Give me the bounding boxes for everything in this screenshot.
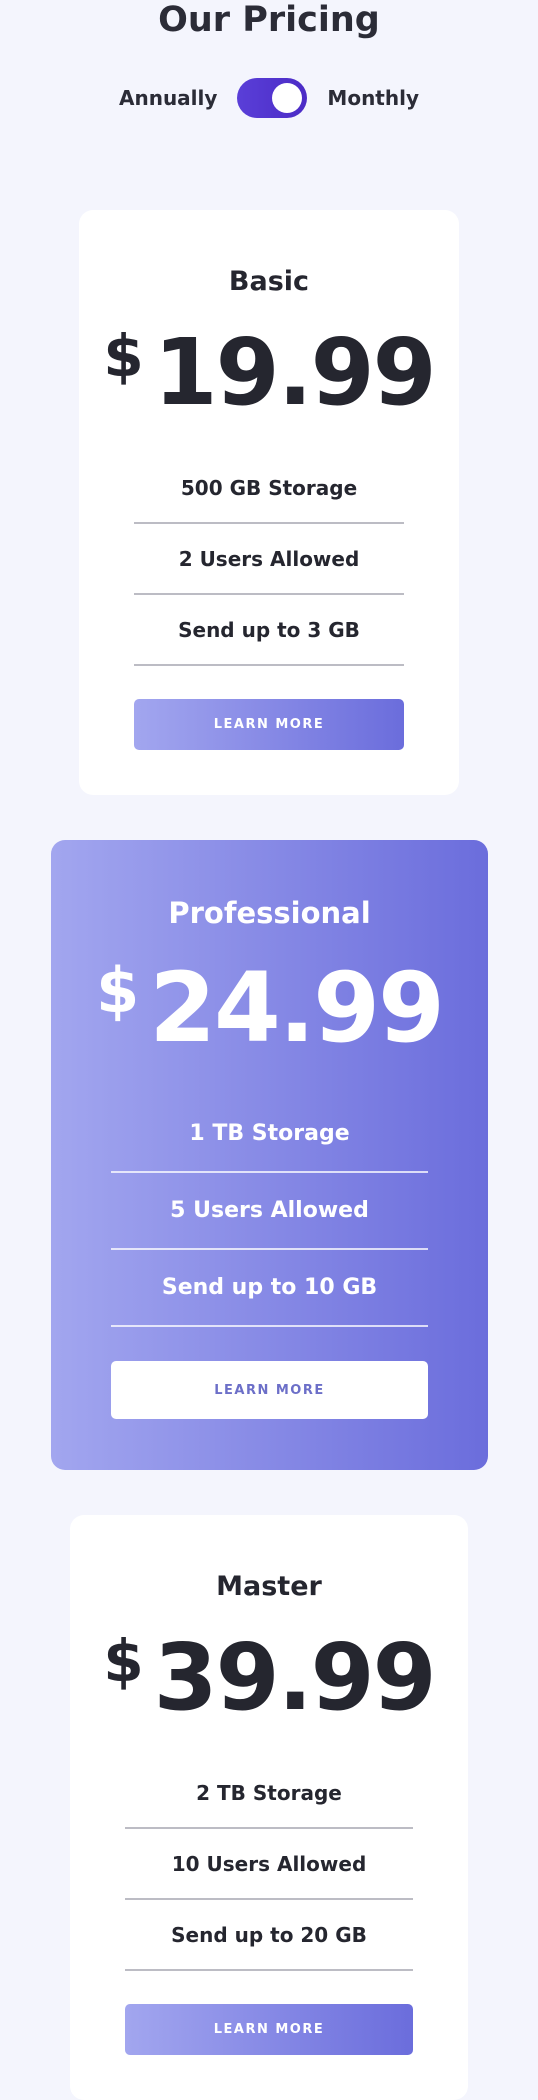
feature-list: 2 TB Storage 10 Users Allowed Send up to…: [125, 1758, 413, 1971]
feature-item: 2 Users Allowed: [134, 524, 404, 595]
switch-knob: [272, 83, 303, 113]
pricing-card-basic: Basic $ 19.99 500 GB Storage 2 Users All…: [79, 210, 459, 795]
feature-item: 2 TB Storage: [125, 1758, 413, 1829]
feature-item: Send up to 3 GB: [134, 595, 404, 666]
plan-name: Basic: [228, 266, 310, 297]
annually-label[interactable]: Annually: [119, 86, 217, 110]
billing-period-switch[interactable]: [237, 78, 308, 118]
plan-name: Master: [216, 1571, 322, 1602]
learn-more-button[interactable]: LEARN MORE: [134, 699, 404, 750]
feature-list: 1 TB Storage 5 Users Allowed Send up to …: [111, 1096, 428, 1327]
monthly-label[interactable]: Monthly: [327, 86, 419, 110]
feature-item: 5 Users Allowed: [111, 1173, 428, 1250]
feature-list: 500 GB Storage 2 Users Allowed Send up t…: [134, 453, 404, 666]
feature-item: 10 Users Allowed: [125, 1829, 413, 1900]
currency-symbol: $: [103, 1627, 144, 1695]
plan-name: Professional: [168, 896, 371, 930]
pricing-card-professional: Professional $ 24.99 1 TB Storage 5 User…: [51, 840, 488, 1470]
plan-price: $ 24.99: [51, 952, 488, 1064]
feature-item: 1 TB Storage: [111, 1096, 428, 1173]
price-amount: 24.99: [149, 952, 445, 1064]
feature-item: Send up to 20 GB: [125, 1900, 413, 1971]
page-title: Our Pricing: [158, 0, 380, 40]
plan-price: $ 19.99: [79, 327, 459, 419]
plan-price: $ 39.99: [70, 1632, 468, 1724]
currency-symbol: $: [103, 322, 144, 390]
feature-item: 500 GB Storage: [134, 453, 404, 524]
price-amount: 19.99: [153, 319, 437, 426]
billing-toggle-row: Annually Monthly: [0, 78, 538, 118]
feature-item: Send up to 10 GB: [111, 1250, 428, 1327]
learn-more-button[interactable]: LEARN MORE: [111, 1361, 428, 1419]
price-amount: 39.99: [153, 1624, 437, 1731]
pricing-card-master: Master $ 39.99 2 TB Storage 10 Users All…: [70, 1515, 468, 2100]
currency-symbol: $: [96, 954, 140, 1027]
learn-more-button[interactable]: LEARN MORE: [125, 2004, 413, 2055]
